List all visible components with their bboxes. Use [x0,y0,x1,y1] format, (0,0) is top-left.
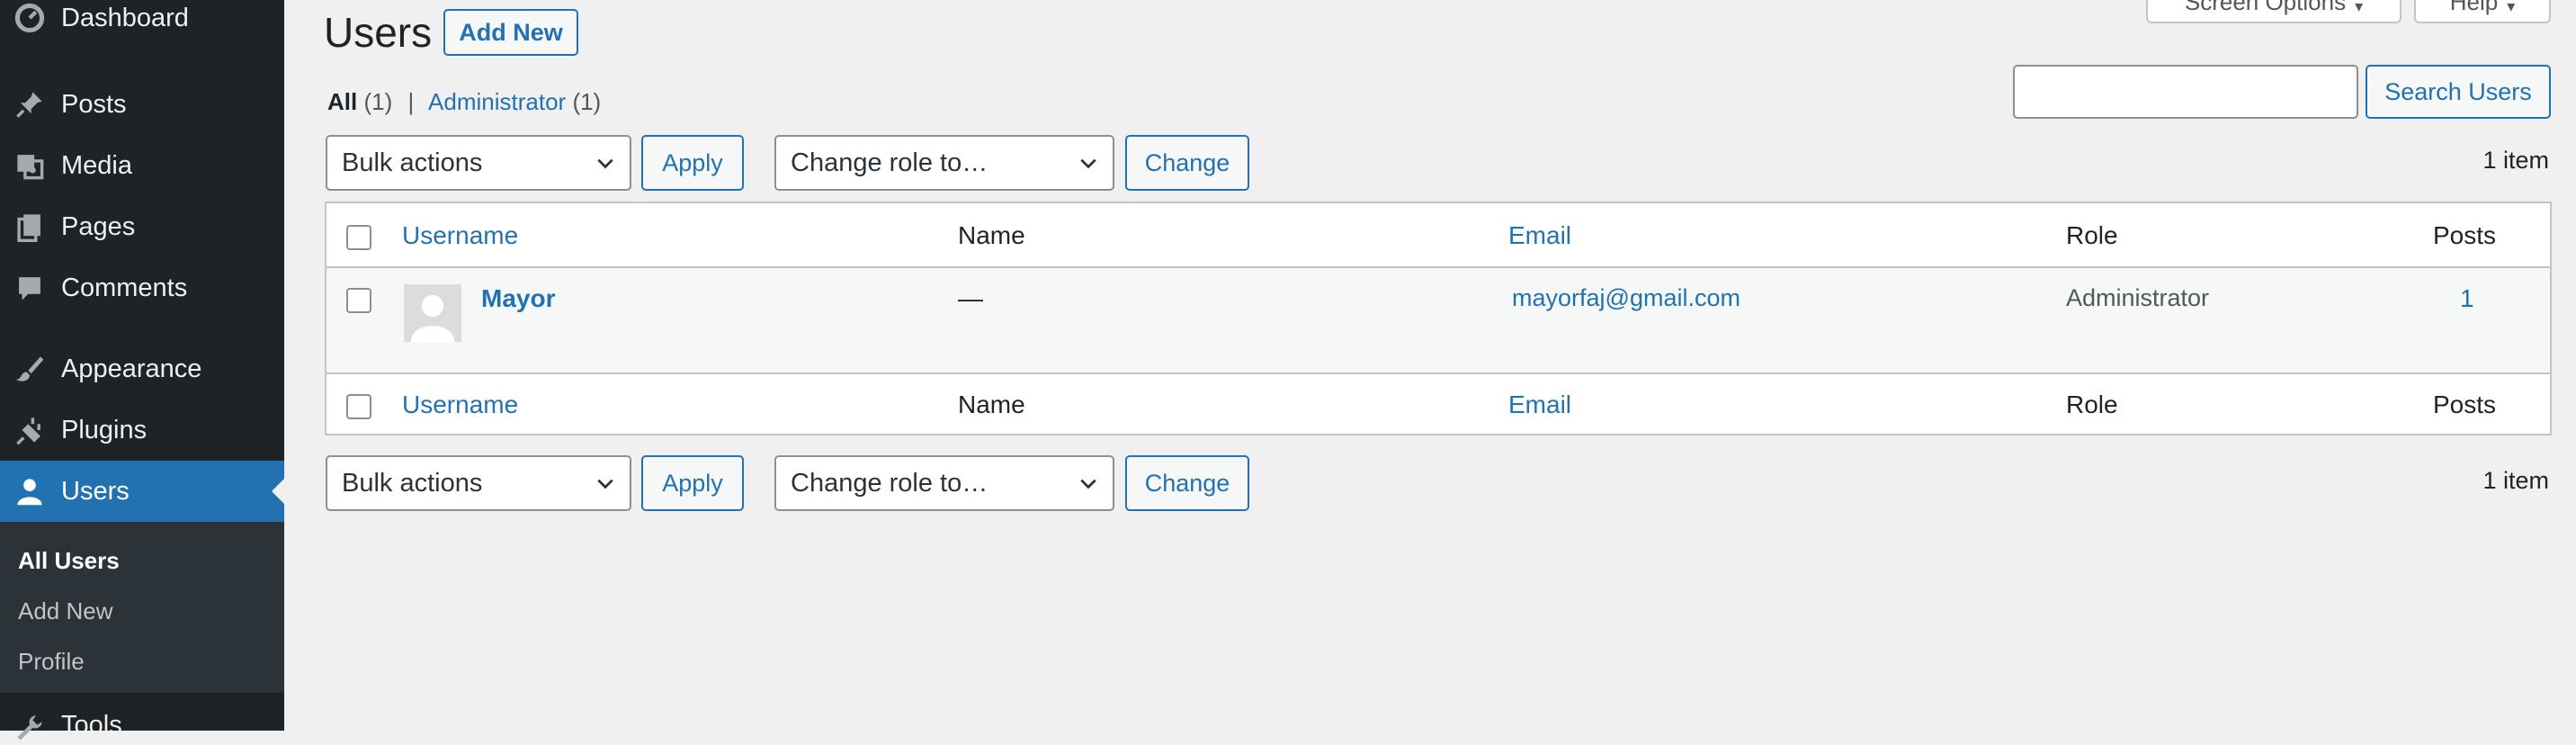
user-email[interactable]: mayorfaj@gmail.com [1512,284,1740,312]
column-email-bottom[interactable]: Email [1508,390,1571,419]
column-email[interactable]: Email [1508,221,1571,250]
sidebar-item-label: Pages [61,211,136,241]
user-name: — [958,284,983,312]
sidebar-item-appearance[interactable]: Appearance [0,338,284,399]
column-name: Name [958,221,1025,249]
add-new-button[interactable]: Add New [443,9,578,56]
user-role: Administrator [2066,284,2210,311]
user-role-filters: All (1) | Administrator (1) [327,88,601,116]
sidebar-item-label: Media [61,150,132,180]
user-posts[interactable]: 1 [2460,284,2474,313]
pages-icon [13,210,47,244]
bulk-actions-value: Bulk actions [342,468,483,498]
column-posts: Posts [2433,221,2497,249]
submenu-all-users[interactable]: All Users [18,547,120,575]
sidebar-item-label: Plugins [61,415,148,444]
search-users-button[interactable]: Search Users [2366,65,2551,119]
users-table: Username Name Email Role Posts Mayor — m… [325,202,2552,435]
screen-options-button[interactable]: Screen Options ▾ [2146,0,2402,23]
bulk-actions-value: Bulk actions [342,148,483,177]
sidebar-item-label: Tools [61,711,122,740]
select-all-checkbox[interactable] [346,225,371,250]
submenu-add-new[interactable]: Add New [18,597,113,625]
filter-all-count: (1) [363,88,393,115]
bulk-actions-select[interactable]: Bulk actions [326,135,631,191]
sidebar-item-label: Users [61,476,130,506]
filter-admin-count: (1) [572,88,602,115]
plugin-icon [13,413,47,447]
filter-separator: | [407,88,415,115]
column-role-bottom: Role [2066,390,2118,418]
chevron-down-icon: ▾ [2507,0,2516,15]
sidebar-item-tools[interactable]: Tools [0,698,284,745]
column-username-bottom[interactable]: Username [402,390,518,419]
user-username[interactable]: Mayor [481,284,555,313]
filter-administrator[interactable]: Administrator [428,88,566,115]
change-role-select[interactable]: Change role to… [774,135,1114,191]
item-count: 1 item [2482,147,2549,174]
sidebar-item-label: Posts [61,89,127,119]
comment-icon [13,271,47,305]
chevron-down-icon: ▾ [2355,0,2364,15]
bulk-actions-select-bottom[interactable]: Bulk actions [326,455,631,511]
change-button-bottom[interactable]: Change [1125,455,1249,511]
select-all-checkbox-bottom[interactable] [346,394,371,419]
column-username[interactable]: Username [402,221,518,250]
sidebar-item-comments[interactable]: Comments [0,257,284,319]
submenu-profile[interactable]: Profile [18,648,85,676]
change-button[interactable]: Change [1125,135,1249,191]
wrench-icon [13,711,47,745]
column-role: Role [2066,221,2118,249]
chevron-down-icon [597,158,613,169]
apply-button-bottom[interactable]: Apply [641,455,744,511]
sidebar-item-users[interactable]: Users [0,461,284,522]
chevron-down-icon [1080,158,1096,169]
change-role-value: Change role to… [791,468,988,498]
media-icon [13,148,47,183]
chevron-down-icon [1080,479,1096,489]
user-icon [13,474,47,508]
column-posts-bottom: Posts [2433,390,2497,418]
screen-options-label: Screen Options [2184,0,2347,15]
sidebar-item-plugins[interactable]: Plugins [0,399,284,461]
user-icon [411,295,454,342]
change-role-value: Change role to… [791,148,988,177]
table-footer-row: Username Name Email Role Posts [326,372,2550,437]
apply-button[interactable]: Apply [641,135,744,191]
users-submenu: All Users Add New Profile [0,522,284,693]
item-count-bottom: 1 item [2482,467,2549,494]
column-name-bottom: Name [958,390,1025,418]
row-checkbox[interactable] [346,288,371,313]
filter-all[interactable]: All [327,88,357,115]
avatar [404,284,461,342]
table-header-row: Username Name Email Role Posts [326,203,2550,268]
brush-icon [13,352,47,386]
admin-sidebar: Dashboard Posts Media Pages Comments App… [0,0,284,741]
sidebar-item-posts[interactable]: Posts [0,74,284,135]
sidebar-item-label: Appearance [61,354,202,383]
pin-icon [13,87,47,121]
dashboard-icon [13,1,47,35]
chevron-down-icon [597,479,613,489]
search-input[interactable] [2013,65,2358,119]
sidebar-item-label: Comments [61,273,188,302]
help-label: Help [2449,0,2499,15]
sidebar-item-label: Dashboard [61,3,189,32]
help-button[interactable]: Help ▾ [2414,0,2551,23]
table-row: Mayor — mayorfaj@gmail.com Administrator… [326,268,2550,372]
page-title: Users [324,9,433,56]
change-role-select-bottom[interactable]: Change role to… [774,455,1114,511]
sidebar-item-dashboard[interactable]: Dashboard [0,0,284,43]
sidebar-item-media[interactable]: Media [0,135,284,196]
sidebar-item-pages[interactable]: Pages [0,196,284,257]
